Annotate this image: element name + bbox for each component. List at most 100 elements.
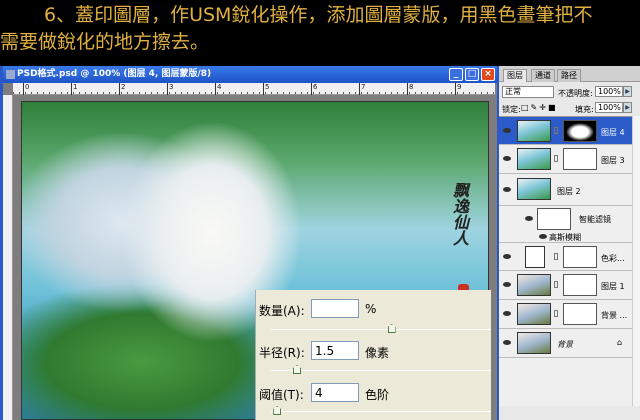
layer-thumbnail xyxy=(517,303,551,325)
layer-thumbnail xyxy=(517,274,551,296)
panel-tabs: 图层 通道 路径 xyxy=(499,66,640,82)
threshold-input[interactable] xyxy=(311,383,359,402)
tab-paths[interactable]: 路径 xyxy=(557,69,581,82)
layer-name: 图层 1 xyxy=(601,282,625,291)
document-title-bar[interactable]: PSD格式.psd @ 100% (图层 4, 图层蒙版/8) _ □ × xyxy=(3,66,497,83)
layer-row-4[interactable]: 图层 4 xyxy=(499,117,632,145)
layer-mask-thumbnail[interactable] xyxy=(563,120,597,142)
ruler-tick: 8 xyxy=(407,83,413,95)
opacity-input[interactable]: 100% xyxy=(595,86,623,97)
ruler-tick: 5 xyxy=(263,83,269,95)
amount-slider[interactable] xyxy=(271,324,491,333)
link-icon xyxy=(554,127,558,134)
eye-icon[interactable] xyxy=(503,127,511,133)
layers-panel: 图层 通道 路径 正常 不透明度: 100% ▶ 锁定: □✎✛■ 填充: 10… xyxy=(497,66,640,420)
threshold-unit: 色阶 xyxy=(365,388,390,402)
link-icon xyxy=(554,253,558,260)
ruler-tick: 2 xyxy=(119,83,125,95)
eye-icon[interactable] xyxy=(525,215,533,221)
blend-mode-select[interactable]: 正常 xyxy=(502,86,554,98)
threshold-slider[interactable] xyxy=(271,406,491,415)
signature-watermark: 飘逸仙人 xyxy=(450,182,469,246)
radius-unit: 像素 xyxy=(365,346,390,360)
layer-mask-thumbnail[interactable] xyxy=(563,148,597,170)
ruler-tick: 0 xyxy=(23,83,29,95)
ruler-tick: 7 xyxy=(359,83,365,95)
amount-unit: % xyxy=(365,302,377,316)
link-icon xyxy=(554,155,558,162)
eye-icon[interactable] xyxy=(503,156,511,161)
gaussian-blur-filter-row[interactable]: 高斯模糊 xyxy=(499,231,632,243)
opacity-arrow-icon[interactable]: ▶ xyxy=(623,86,632,97)
layer-row-2[interactable]: 图层 2 xyxy=(499,174,632,206)
ruler-tick: 3 xyxy=(167,83,173,95)
layer-name: 背景 xyxy=(557,340,573,349)
threshold-row: 阈值(T): 色阶 xyxy=(259,383,389,403)
layer-name: 色彩... xyxy=(601,254,625,263)
lock-icon: ⌂ xyxy=(617,338,623,347)
tutorial-caption: 6、蓋印圖層，作USM銳化操作，添加圖層蒙版，用黑色畫筆把不 需要做銳化的地方擦… xyxy=(0,2,640,56)
psd-file-icon xyxy=(6,70,15,79)
radius-input[interactable] xyxy=(311,341,359,360)
link-icon xyxy=(554,281,558,288)
layer-thumbnail xyxy=(517,148,551,170)
smart-object-thumbnail xyxy=(517,178,551,200)
layer-name: 图层 2 xyxy=(557,187,581,196)
eye-icon[interactable] xyxy=(503,311,511,316)
amount-row: 数量(A): % xyxy=(259,299,376,319)
threshold-slider-thumb[interactable] xyxy=(273,406,282,415)
lock-icons[interactable]: □✎✛■ xyxy=(521,103,558,112)
layer-row-color-balance[interactable]: 色彩... xyxy=(499,243,632,271)
layer-name: 图层 4 xyxy=(601,128,625,137)
eye-icon[interactable] xyxy=(503,186,511,192)
link-icon xyxy=(554,310,558,317)
radius-row: 半径(R): 像素 xyxy=(259,341,389,361)
layer-row-1[interactable]: 图层 1 xyxy=(499,271,632,300)
tab-layers[interactable]: 图层 xyxy=(503,69,527,82)
smart-filter-label: 智能滤镜 xyxy=(579,215,611,224)
document-title: PSD格式.psd @ 100% (图层 4, 图层蒙版/8) xyxy=(17,69,212,79)
eye-icon[interactable] xyxy=(539,233,547,239)
fill-arrow-icon[interactable]: ▶ xyxy=(623,102,632,113)
caption-line-1: 6、蓋印圖層，作USM銳化操作，添加圖層蒙版，用黑色畫筆把不 xyxy=(44,4,593,26)
ruler-tick: 1 xyxy=(71,83,77,95)
layer-row-background[interactable]: 背景 ⌂ xyxy=(499,329,632,358)
fill-label: 填充: xyxy=(575,105,594,114)
layer-thumbnail xyxy=(517,332,551,354)
opacity-label: 不透明度: xyxy=(558,89,593,98)
layer-name: 背景 ... xyxy=(601,311,628,320)
layer-mask-thumbnail[interactable] xyxy=(563,246,597,268)
tab-channels[interactable]: 通道 xyxy=(531,69,555,82)
maximize-button[interactable]: □ xyxy=(465,68,479,81)
unsharp-mask-dialog: 数量(A): % 半径(R): 像素 阈值(T): 色阶 xyxy=(255,290,491,420)
layers-list: 图层 4 图层 3 图层 2 智能滤镜 高斯模糊 色彩... 图层 1 背景 .… xyxy=(499,116,632,406)
ruler-tick: 9 xyxy=(455,83,461,95)
layer-thumbnail xyxy=(517,120,551,142)
amount-input[interactable] xyxy=(311,299,359,318)
smart-filters-row[interactable]: 智能滤镜 xyxy=(499,206,632,231)
radius-slider[interactable] xyxy=(271,365,491,374)
layer-name: 图层 3 xyxy=(601,156,625,165)
amount-slider-thumb[interactable] xyxy=(387,324,396,333)
close-button[interactable]: × xyxy=(481,68,495,81)
amount-label: 数量(A): xyxy=(259,304,305,318)
layer-mask-thumbnail[interactable] xyxy=(563,303,597,325)
layer-row-background-copy[interactable]: 背景 ... xyxy=(499,300,632,329)
eye-icon[interactable] xyxy=(503,282,511,287)
radius-slider-thumb[interactable] xyxy=(293,365,301,374)
layer-row-3[interactable]: 图层 3 xyxy=(499,145,632,174)
horizontal-ruler: 0 1 2 3 4 5 6 7 8 9 xyxy=(13,83,495,95)
fill-input[interactable]: 100% xyxy=(595,102,623,113)
minimize-button[interactable]: _ xyxy=(449,68,463,81)
threshold-label: 阈值(T): xyxy=(259,388,304,402)
ruler-tick: 4 xyxy=(215,83,221,95)
filter-mask-thumbnail[interactable] xyxy=(537,208,571,230)
eye-icon[interactable] xyxy=(503,340,511,345)
adjustment-layer-icon xyxy=(525,246,545,268)
eye-icon[interactable] xyxy=(503,253,511,259)
filter-name: 高斯模糊 xyxy=(549,233,581,242)
lock-label: 锁定: xyxy=(502,105,521,114)
radius-label: 半径(R): xyxy=(259,346,305,360)
layers-scrollbar[interactable] xyxy=(632,116,640,406)
layer-mask-thumbnail[interactable] xyxy=(563,274,597,296)
